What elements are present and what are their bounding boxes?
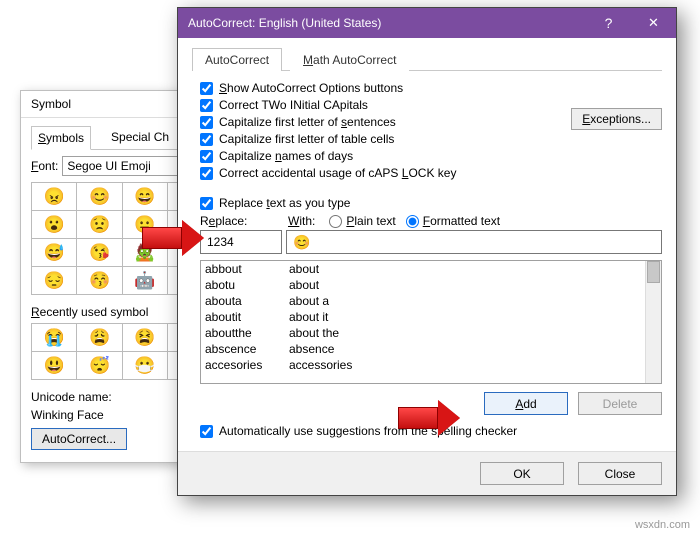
chk-auto-suggest[interactable] [200, 425, 213, 438]
chk-label: Show AutoCorrect Options buttons [219, 81, 403, 95]
scrollbar-thumb[interactable] [647, 261, 660, 283]
font-label: Font: [31, 159, 58, 173]
autocorrect-list[interactable]: abboutabout abotuabout aboutaabout a abo… [200, 260, 662, 384]
symbol-cell[interactable]: 😠 [32, 183, 77, 211]
chk-replace-as-type[interactable] [200, 197, 213, 210]
symbol-cell[interactable]: 😚 [77, 267, 122, 295]
symbol-cell[interactable]: 😴 [77, 352, 122, 380]
chk-caps-lock[interactable] [200, 167, 213, 180]
list-item[interactable]: aboutitabout it [201, 309, 645, 325]
with-input[interactable]: 😊 [286, 230, 662, 254]
close-icon[interactable] [631, 8, 676, 38]
radio-formatted-text[interactable]: Formatted text [406, 214, 500, 228]
symbol-cell[interactable]: 😫 [123, 324, 168, 352]
chk-label: Capitalize names of days [219, 149, 353, 163]
autocorrect-button[interactable]: AutoCorrect... [31, 428, 127, 450]
symbol-cell[interactable]: 😮 [32, 211, 77, 239]
tab-autocorrect[interactable]: AutoCorrect [192, 48, 282, 71]
replace-label: Replace: [200, 214, 282, 228]
with-label: With: [288, 214, 315, 228]
radio-plain-text[interactable]: Plain text [329, 214, 395, 228]
chk-first-sentence[interactable] [200, 116, 213, 129]
watermark: wsxdn.com [635, 519, 690, 531]
ok-button[interactable]: OK [480, 462, 564, 485]
list-item[interactable]: accesoriesaccessories [201, 357, 645, 373]
replace-input[interactable] [200, 230, 282, 254]
chk-show-options[interactable] [200, 82, 213, 95]
list-item[interactable]: abscenceabsence [201, 341, 645, 357]
scrollbar[interactable] [645, 261, 661, 383]
chk-names-days[interactable] [200, 150, 213, 163]
symbol-cell[interactable]: 😃 [32, 352, 77, 380]
list-item[interactable]: aboutaabout a [201, 293, 645, 309]
with-preview-emoji: 😊 [293, 234, 310, 251]
chk-two-initial[interactable] [200, 99, 213, 112]
symbol-cell[interactable]: 😄 [123, 183, 168, 211]
tab-math-autocorrect[interactable]: Math AutoCorrect [290, 48, 409, 71]
chk-label: Capitalize first letter of table cells [219, 132, 394, 146]
list-item[interactable]: abotuabout [201, 277, 645, 293]
add-button[interactable]: Add [484, 392, 568, 415]
symbol-cell[interactable]: 😅 [32, 239, 77, 267]
autocorrect-dialog: AutoCorrect: English (United States) Aut… [177, 7, 677, 496]
chk-label: Automatically use suggestions from the s… [219, 424, 517, 438]
chk-label: Replace text as you type [219, 196, 350, 210]
tab-symbols[interactable]: SSymbolsymbols [31, 126, 91, 150]
tab-special-characters[interactable]: Special Ch [105, 126, 175, 149]
chk-label: Capitalize first letter of sentences [219, 115, 396, 129]
symbol-cell[interactable]: 😔 [32, 267, 77, 295]
chk-first-table[interactable] [200, 133, 213, 146]
chk-label: Correct TWo INitial CApitals [219, 98, 368, 112]
chk-label: Correct accidental usage of cAPS LOCK ke… [219, 166, 456, 180]
symbol-cell[interactable]: 😐 [123, 211, 168, 239]
symbol-cell[interactable]: 😊 [77, 183, 122, 211]
symbol-cell[interactable]: 😘 [77, 239, 122, 267]
symbol-cell[interactable]: 😭 [32, 324, 77, 352]
close-button[interactable]: Close [578, 462, 662, 485]
delete-button[interactable]: Delete [578, 392, 662, 415]
help-icon[interactable] [586, 8, 631, 38]
symbol-cell[interactable]: 🧟 [123, 239, 168, 267]
symbol-cell[interactable]: 😩 [77, 324, 122, 352]
symbol-cell[interactable]: 😷 [123, 352, 168, 380]
list-item[interactable]: abboutabout [201, 261, 645, 277]
list-item[interactable]: abouttheabout the [201, 325, 645, 341]
dialog-title: AutoCorrect: English (United States) [188, 16, 586, 30]
titlebar[interactable]: AutoCorrect: English (United States) [178, 8, 676, 38]
symbol-cell[interactable]: 😟 [77, 211, 122, 239]
symbol-cell[interactable]: 🤖 [123, 267, 168, 295]
